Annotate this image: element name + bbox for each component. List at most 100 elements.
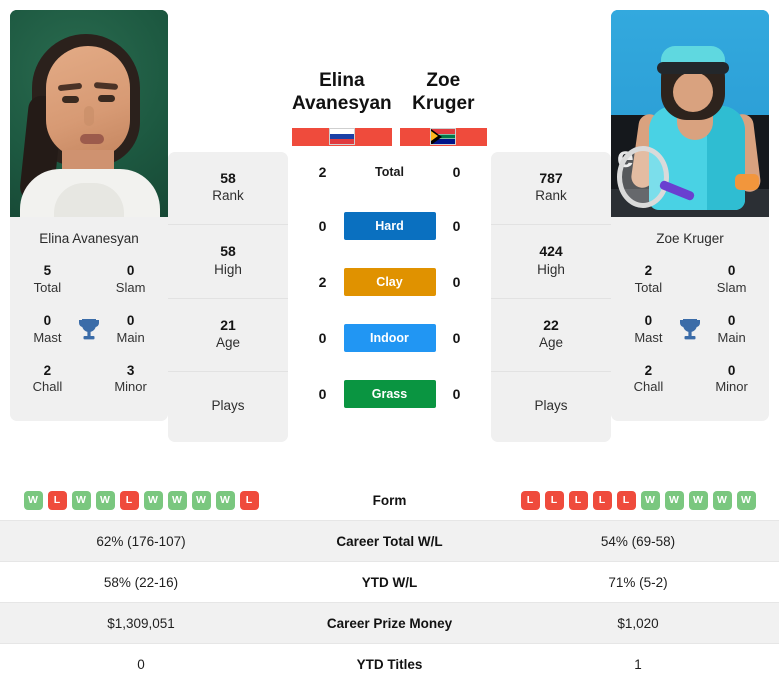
h2h-right-value: 0 bbox=[452, 163, 461, 180]
table-row-form: WLWWLWWWWL Form LLLLLWWWWW bbox=[0, 480, 779, 521]
left-rank-card: 58 Rank 58 High 21 Age Plays bbox=[168, 152, 288, 443]
surface-badge-clay[interactable]: Clay bbox=[343, 267, 436, 296]
stat-label: Total bbox=[33, 279, 62, 295]
table-row-career-total-wl: 62% (176-107) Career Total W/L 54% (69-5… bbox=[0, 521, 779, 562]
stat-total: 2 Total bbox=[621, 263, 676, 297]
surface-badge-indoor[interactable]: Indoor bbox=[343, 323, 436, 352]
left-value: 58% (22-16) bbox=[103, 574, 179, 590]
stat-value: 0 bbox=[126, 263, 135, 278]
right-player-column: er Zoe Kruger bbox=[611, 10, 769, 422]
h2h-left-value: 2 bbox=[318, 273, 327, 290]
right-value: 71% (5-2) bbox=[608, 574, 668, 590]
left-form-badges: WLWWLWWWWL bbox=[0, 490, 282, 510]
left-value: $1,309,051 bbox=[107, 615, 175, 631]
h2h-left-value: 2 bbox=[318, 163, 327, 180]
rank-value: 787 bbox=[539, 170, 563, 186]
left-player-card-name: Elina Avanesyan bbox=[39, 231, 139, 246]
rank-item-high: 424 High bbox=[491, 225, 611, 299]
left-player-photo bbox=[10, 10, 168, 217]
rank-item-rank: 58 Rank bbox=[168, 152, 288, 226]
form-badge-win: W bbox=[71, 490, 91, 510]
h2h-right-value: 0 bbox=[452, 385, 461, 402]
form-badge-win: W bbox=[143, 490, 163, 510]
rank-value: 21 bbox=[220, 316, 236, 333]
right-player-card[interactable]: er Zoe Kruger bbox=[611, 10, 769, 422]
south-africa-flag bbox=[430, 127, 457, 145]
rank-value: 58 bbox=[220, 170, 236, 186]
row-label: Career Prize Money bbox=[326, 615, 453, 631]
row-label: YTD W/L bbox=[361, 574, 418, 590]
rank-label: Plays bbox=[534, 398, 568, 414]
form-badge-win: W bbox=[167, 490, 187, 510]
right-player-name-header: Zoe Kruger bbox=[396, 52, 491, 146]
left-player-card[interactable]: Elina Avanesyan 5 Total 0 Slam 0 Mast 0 … bbox=[10, 10, 168, 422]
form-badge-win: W bbox=[95, 490, 115, 510]
form-badge-win: W bbox=[640, 490, 660, 510]
left-player-column: Elina Avanesyan 5 Total 0 Slam 0 Mast 0 … bbox=[10, 10, 168, 422]
stat-minor: 3 Minor bbox=[103, 363, 158, 397]
trophy-icon bbox=[676, 318, 704, 342]
rank-item-rank: 787 Rank bbox=[491, 152, 611, 226]
right-name-line1: Zoe Kruger bbox=[412, 70, 475, 114]
titles-row: 0 Mast 0 Main bbox=[621, 306, 759, 356]
rank-value: 424 bbox=[539, 243, 563, 260]
form-badge-loss: L bbox=[239, 490, 259, 510]
form-badge-win: W bbox=[664, 490, 684, 510]
stat-value: 3 bbox=[126, 362, 135, 378]
stat-chall: 2 Chall bbox=[20, 363, 75, 397]
stat-value: 2 bbox=[43, 362, 52, 378]
right-player-titles: 2 Total 0 Slam 0 Mast 0 Main 2 Chall 0 M… bbox=[611, 256, 769, 421]
rank-item-high: 58 High bbox=[168, 225, 288, 299]
h2h-right-value: 0 bbox=[452, 217, 461, 234]
stat-label: Mast bbox=[33, 329, 62, 345]
stat-chall: 2 Chall bbox=[621, 363, 676, 397]
left-value: 62% (176-107) bbox=[96, 533, 186, 549]
surface-badge-grass[interactable]: Grass bbox=[343, 379, 436, 408]
surface-badge-hard[interactable]: Hard bbox=[343, 211, 436, 240]
rank-label: Plays bbox=[211, 398, 245, 414]
row-label: YTD Titles bbox=[356, 657, 423, 672]
stat-label: Minor bbox=[715, 379, 748, 395]
stat-value: 0 bbox=[43, 312, 52, 328]
rank-item-age: 21 Age bbox=[168, 299, 288, 373]
h2h-table: 2 Total 0 0 Hard 0 2 Clay 0 0 Indoor 0 0… bbox=[288, 146, 491, 422]
stat-slam: 0 Slam bbox=[103, 263, 158, 297]
left-flag-wrap bbox=[292, 127, 392, 146]
right-rank-column: 787 Rank 424 High 22 Age Plays bbox=[491, 10, 611, 443]
right-value: $1,020 bbox=[617, 615, 659, 631]
table-row-career-prize-money: $1,309,051 Career Prize Money $1,020 bbox=[0, 603, 779, 644]
form-badge-win: W bbox=[23, 490, 43, 510]
form-badge-loss: L bbox=[47, 490, 67, 510]
right-value: 1 bbox=[634, 657, 642, 672]
titles-row: 2 Chall 0 Minor bbox=[621, 356, 759, 406]
h2h-label: Total bbox=[375, 164, 404, 179]
h2h-left-value: 0 bbox=[318, 329, 327, 346]
stat-total: 5 Total bbox=[20, 263, 75, 297]
form-badge-loss: L bbox=[119, 490, 139, 510]
h2h-column: Elina Avanesyan Zoe Kruger 2 Total 0 0 H… bbox=[288, 10, 491, 422]
titles-row: 2 Chall 3 Minor bbox=[20, 356, 158, 406]
stat-value: 0 bbox=[126, 312, 135, 328]
stat-label: Total bbox=[634, 279, 663, 295]
titles-row: 2 Total 0 Slam bbox=[621, 256, 759, 306]
stat-slam: 0 Slam bbox=[704, 263, 759, 297]
stat-label: Chall bbox=[32, 379, 63, 395]
h2h-row-grass: 0 Grass 0 bbox=[288, 366, 491, 422]
form-badge-win: W bbox=[712, 490, 732, 510]
h2h-comparison-page: Elina Avanesyan 5 Total 0 Slam 0 Mast 0 … bbox=[0, 0, 779, 699]
stat-value: 2 bbox=[644, 263, 653, 278]
rank-label: Rank bbox=[535, 188, 567, 204]
form-badge-loss: L bbox=[520, 490, 540, 510]
left-value: 0 bbox=[137, 657, 145, 672]
h2h-right-value: 0 bbox=[452, 273, 461, 290]
stat-mast: 0 Mast bbox=[621, 313, 676, 347]
stat-label: Slam bbox=[716, 279, 747, 295]
form-badge-loss: L bbox=[616, 490, 636, 510]
stat-mast: 0 Mast bbox=[20, 313, 75, 347]
stat-value: 0 bbox=[727, 362, 736, 378]
table-row-ytd-titles: 0 YTD Titles 1 bbox=[0, 644, 779, 685]
right-rank-card: 787 Rank 424 High 22 Age Plays bbox=[491, 152, 611, 443]
right-form-cell: LLLLLWWWWW bbox=[497, 490, 779, 510]
stat-label: Mast bbox=[634, 329, 663, 345]
table-row-ytd-wl: 58% (22-16) YTD W/L 71% (5-2) bbox=[0, 562, 779, 603]
